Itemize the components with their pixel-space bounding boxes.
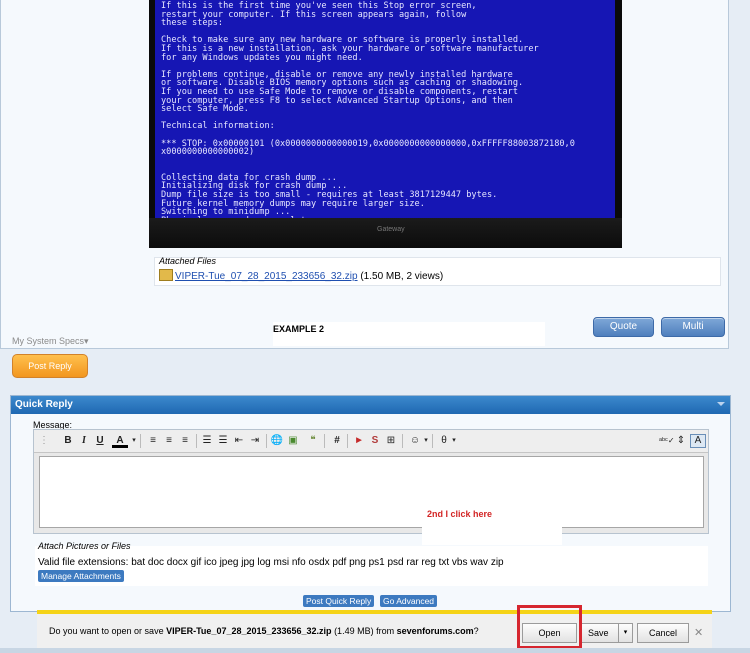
toolbar-separator <box>266 434 267 448</box>
download-prompt: Do you want to open or save VIPER-Tue_07… <box>49 626 479 636</box>
click-annotation-text: 2nd I click here <box>427 509 493 519</box>
youtube-icon[interactable]: ▶ <box>352 434 366 448</box>
save-dropdown-icon[interactable]: ▾ <box>618 623 633 643</box>
system-specs-label: My System Specs <box>12 336 85 346</box>
quote-button[interactable]: Quote <box>593 317 654 337</box>
save-button-label: Save <box>588 628 609 638</box>
toolbar-grip-icon: ⋮ <box>39 435 49 446</box>
monitor-brand: Gateway <box>377 226 405 233</box>
quick-reply-title: Quick Reply <box>15 399 73 410</box>
toolbar-separator <box>402 434 403 448</box>
smiley-dropdown-icon[interactable]: ▾ <box>422 434 430 448</box>
insert-image-icon[interactable]: ▣ <box>286 434 300 448</box>
example-annotation-text: EXAMPLE 2 <box>273 324 325 334</box>
smiley-icon[interactable]: ☺ <box>408 434 422 448</box>
click-annotation: 2nd I click here <box>422 507 562 545</box>
bsod-text: If this is the first time you've seen th… <box>161 1 575 234</box>
go-advanced-button[interactable]: Go Advanced <box>380 595 438 607</box>
outdent-icon[interactable]: ⇤ <box>232 434 246 448</box>
chevron-down-icon: ▾ <box>84 336 89 346</box>
switch-editor-mode-icon[interactable]: A <box>690 434 706 448</box>
attached-file-link[interactable]: VIPER-Tue_07_28_2015_233656_32.zip <box>175 271 358 282</box>
insert-link-icon[interactable]: 🌐 <box>270 434 284 448</box>
special-icon[interactable]: ⊞ <box>384 434 398 448</box>
attached-files-title: Attached Files <box>159 256 217 266</box>
page-bottom-strip <box>0 648 750 653</box>
download-notification-bar: Do you want to open or save VIPER-Tue_07… <box>37 610 712 652</box>
download-prompt-prefix: Do you want to open or save <box>49 626 164 636</box>
toolbar-separator <box>432 434 433 448</box>
zip-file-icon <box>159 269 173 281</box>
multi-quote-button[interactable]: Multi <box>661 317 725 337</box>
align-left-icon[interactable]: ≡ <box>146 434 160 448</box>
quick-reply-panel: Quick Reply Message: ⋮ B I U A ▾ ≡ ≡ ≡ ☰… <box>10 395 731 612</box>
spellcheck-icon[interactable]: ᵃᵇᶜ✓ <box>659 434 675 448</box>
message-textarea[interactable] <box>39 456 704 528</box>
underline-icon[interactable]: U <box>94 434 106 448</box>
monitor-bezel-bottom <box>149 218 622 248</box>
unordered-list-icon[interactable]: ☰ <box>216 434 230 448</box>
valid-extensions: Valid file extensions: bat doc docx gif … <box>38 557 504 568</box>
post-quick-reply-button[interactable]: Post Quick Reply <box>303 595 375 607</box>
cancel-button[interactable]: Cancel <box>637 623 689 643</box>
attach-files-title: Attach Pictures or Files <box>38 541 131 551</box>
manage-attachments-button[interactable]: Manage Attachments <box>38 570 124 582</box>
font-color-icon[interactable]: A <box>112 434 128 448</box>
bsod-photo: If this is the first time you've seen th… <box>149 0 622 248</box>
system-specs-toggle[interactable]: My System Specs▾ <box>12 336 89 347</box>
example-annotation: EXAMPLE 2 <box>273 322 545 346</box>
strikethrough-icon[interactable]: S <box>368 434 382 448</box>
font-color-dropdown-icon[interactable]: ▾ <box>130 434 138 448</box>
editor-toolbar: ⋮ B I U A ▾ ≡ ≡ ≡ ☰ ☰ ⇤ ⇥ 🌐 ▣ ❝ # ▶ S ⊞ <box>34 430 708 453</box>
monitor-bezel-right <box>615 0 622 218</box>
symbol-dropdown-icon[interactable]: ▾ <box>450 434 458 448</box>
indent-icon[interactable]: ⇥ <box>248 434 262 448</box>
attached-file-row: VIPER-Tue_07_28_2015_233656_32.zip (1.50… <box>159 269 443 282</box>
toolbar-separator <box>347 434 348 448</box>
open-button-highlight <box>517 605 582 649</box>
attach-files-box: Attach Pictures or Files Valid file exte… <box>35 541 708 586</box>
download-filename: VIPER-Tue_07_28_2015_233656_32.zip <box>166 626 332 636</box>
quick-reply-header: Quick Reply <box>11 396 730 414</box>
code-icon[interactable]: # <box>330 434 344 448</box>
symbol-icon[interactable]: θ <box>438 434 450 448</box>
resize-icon[interactable]: ⇕ <box>676 434 686 448</box>
post-reply-button[interactable]: Post Reply <box>12 354 88 378</box>
download-size: (1.49 MB) from <box>334 626 395 636</box>
align-right-icon[interactable]: ≡ <box>178 434 192 448</box>
message-editor: ⋮ B I U A ▾ ≡ ≡ ≡ ☰ ☰ ⇤ ⇥ 🌐 ▣ ❝ # ▶ S ⊞ <box>33 429 709 534</box>
attached-files-box: Attached Files VIPER-Tue_07_28_2015_2336… <box>154 256 721 286</box>
attached-file-info: (1.50 MB, 2 views) <box>360 271 444 282</box>
download-site: sevenforums.com <box>396 626 474 636</box>
collapse-icon[interactable] <box>717 402 725 406</box>
toolbar-separator <box>196 434 197 448</box>
toolbar-separator <box>324 434 325 448</box>
align-center-icon[interactable]: ≡ <box>162 434 176 448</box>
italic-icon[interactable]: I <box>78 434 90 448</box>
ordered-list-icon[interactable]: ☰ <box>200 434 214 448</box>
quote-icon[interactable]: ❝ <box>306 434 320 448</box>
close-icon[interactable]: ✕ <box>694 626 703 639</box>
download-prompt-suffix: ? <box>473 626 479 636</box>
forum-post: If this is the first time you've seen th… <box>0 0 729 349</box>
toolbar-separator <box>140 434 141 448</box>
bold-icon[interactable]: B <box>62 434 74 448</box>
